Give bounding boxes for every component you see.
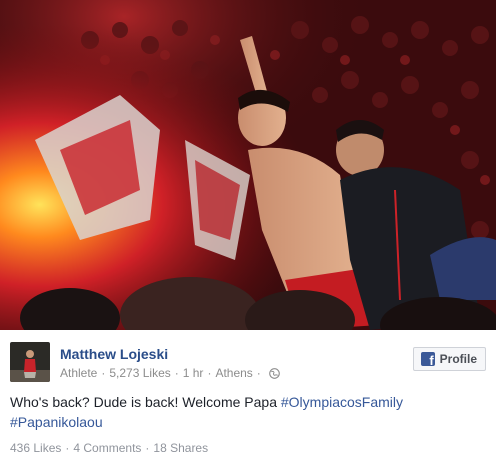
page-category: Athlete bbox=[60, 366, 98, 380]
shares-count-link[interactable]: 18 Shares bbox=[153, 441, 208, 455]
meta-separator: · bbox=[256, 366, 261, 380]
page-likes-count[interactable]: 5,273 Likes bbox=[109, 366, 170, 380]
avatar[interactable] bbox=[10, 342, 50, 382]
post-header: Matthew Lojeski Athlete · 5,273 Likes · … bbox=[0, 330, 496, 388]
avatar-image bbox=[10, 342, 50, 382]
profile-button-label: Profile bbox=[439, 352, 477, 366]
stadium-crowd-image bbox=[0, 0, 496, 330]
post-stats: 436 Likes · 4 Comments · 18 Shares bbox=[10, 441, 208, 455]
hashtag-olympiacosfamily[interactable]: #OlympiacosFamily bbox=[281, 394, 403, 410]
stats-separator: · bbox=[145, 441, 150, 455]
hashtag-papanikolaou[interactable]: #Papanikolaou bbox=[10, 414, 103, 430]
meta-separator: · bbox=[207, 366, 212, 380]
meta-separator: · bbox=[101, 366, 106, 380]
facebook-f-icon: f bbox=[420, 352, 435, 367]
comments-count-link[interactable]: 4 Comments bbox=[73, 441, 141, 455]
meta-separator: · bbox=[174, 366, 179, 380]
post-location[interactable]: Athens bbox=[215, 366, 252, 380]
page-name-link[interactable]: Matthew Lojeski bbox=[60, 346, 168, 362]
profile-button[interactable]: f Profile bbox=[412, 347, 486, 371]
facebook-post-card: Matthew Lojeski Athlete · 5,273 Likes · … bbox=[0, 0, 496, 460]
post-message: Who's back? Dude is back! Welcome Papa #… bbox=[10, 392, 486, 432]
post-photo[interactable] bbox=[0, 0, 496, 330]
globe-icon bbox=[268, 367, 280, 379]
likes-count-link[interactable]: 436 Likes bbox=[10, 441, 61, 455]
post-message-text: Who's back? Dude is back! Welcome Papa bbox=[10, 394, 281, 410]
stats-separator: · bbox=[65, 441, 70, 455]
post-timestamp[interactable]: 1 hr bbox=[183, 366, 204, 380]
post-meta: Athlete · 5,273 Likes · 1 hr · Athens · bbox=[60, 366, 280, 380]
